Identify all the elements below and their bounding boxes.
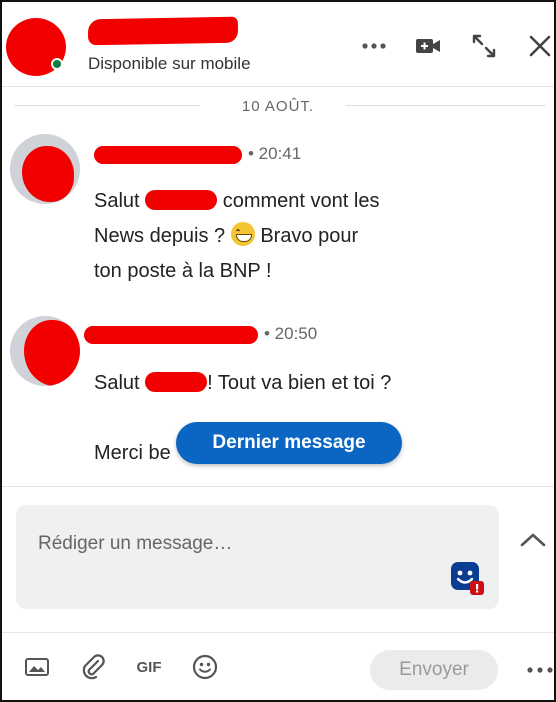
more-icon[interactable] — [358, 30, 390, 62]
message-body: Salut comment vont les News depuis ? Bra… — [94, 184, 379, 289]
emoji-icon[interactable] — [190, 652, 220, 682]
message-text: Salut — [94, 372, 140, 394]
sender-name-redacted[interactable] — [94, 146, 242, 164]
message-composer[interactable]: Rédiger un message… — [16, 505, 499, 609]
messaging-window: Disponible sur mobile 10 AOÛT. • 20:41 S… — [0, 0, 556, 702]
gif-icon[interactable]: GIF — [134, 652, 164, 682]
date-separator: 10 AOÛT. — [2, 94, 554, 118]
paperclip-icon[interactable] — [78, 652, 108, 682]
message-text: Bravo pour — [260, 225, 359, 247]
message-text: comment vont les — [222, 190, 380, 212]
jump-to-latest-button[interactable]: Dernier message — [176, 422, 402, 464]
video-call-icon[interactable] — [412, 30, 444, 62]
message-input-placeholder[interactable]: Rédiger un message… — [38, 533, 232, 555]
emoji-picker-icon[interactable] — [450, 561, 486, 597]
date-separator-label: 10 AOÛT. — [241, 98, 315, 115]
redacted-name — [145, 372, 208, 392]
contact-status: Disponible sur mobile — [88, 54, 251, 73]
message-text: Salut — [94, 190, 140, 212]
sender-avatar[interactable] — [10, 316, 80, 386]
more-options-icon[interactable] — [526, 654, 554, 682]
message-text: ton poste à la BNP ! — [94, 260, 272, 282]
online-status-icon — [51, 58, 63, 70]
message-text: ! Tout va bien et toi ? — [207, 372, 392, 394]
message-text: News depuis ? — [94, 225, 226, 247]
contact-name-redacted[interactable] — [87, 16, 239, 46]
message-time: • 20:41 — [248, 144, 302, 163]
conversation-header: Disponible sur mobile — [2, 2, 554, 87]
minimize-icon[interactable] — [468, 30, 500, 62]
image-attach-icon[interactable] — [22, 652, 52, 682]
grinning-emoji-icon — [230, 222, 255, 246]
expand-composer-icon[interactable] — [518, 528, 548, 552]
sender-name-redacted[interactable] — [84, 326, 258, 344]
sender-avatar[interactable] — [10, 134, 80, 204]
redacted-name — [145, 190, 218, 210]
close-icon[interactable] — [524, 30, 554, 62]
message-time: • 20:50 — [264, 324, 318, 343]
send-button[interactable]: Envoyer — [370, 650, 498, 690]
